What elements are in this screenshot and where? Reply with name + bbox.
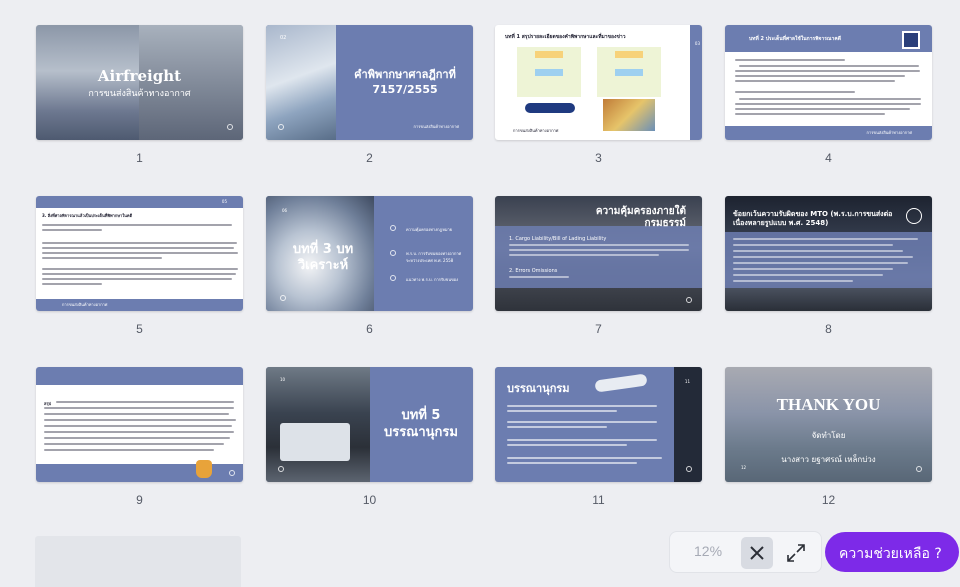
page-tag: 03 [694,41,700,46]
slide-subtitle: จัดทำโดย [811,431,846,440]
slide-number: 11 [592,493,605,507]
slide-2-thumbnail[interactable]: 02 คำพิพากษาศาลฎีกาที่ 7157/2555 การขนส่… [266,25,473,140]
slide-9-thumbnail[interactable]: สรุป [36,367,243,482]
slide-2[interactable]: 02 คำพิพากษาศาลฎีกาที่ 7157/2555 การขนส่… [266,25,473,165]
slide-5-thumbnail[interactable]: 05 3. สิ่งที่ศาลพิจารณาแล้วเป็นประเด็นที… [36,196,243,311]
slide-title: บทที่ 3 บทวิเคราะห์ [292,242,354,273]
page-tag: 05 [221,199,227,204]
slide-number: 8 [825,322,832,336]
fullscreen-button[interactable] [780,537,812,569]
slide-title: ข้อยกเว้นความรับผิดของ MTO (พ.ร.บ.การขนส… [733,210,893,227]
slide-subtitle: การขนส่งสินค้าทางอากาศ [88,89,191,99]
summary-lead: สรุป [44,401,52,406]
slide-footer: การขนส่งสินค้าทางอากาศ [866,130,912,135]
slide-9[interactable]: สรุป 9 [36,367,243,507]
close-icon [750,546,764,560]
slide-title: ความคุ้มครองภายใต้ กรมธรรม์ [595,206,686,229]
slide-number: 9 [136,493,143,507]
slide-6-thumbnail[interactable]: 06 บทที่ 3 บทวิเคราะห์ ความคุ้มครองทางกฎ… [266,196,473,311]
slide-7[interactable]: ความคุ้มครองภายใต้ กรมธรรม์ 1. Cargo Lia… [495,196,702,336]
slide-6[interactable]: 06 บทที่ 3 บทวิเคราะห์ ความคุ้มครองทางกฎ… [266,196,473,336]
slide-1-thumbnail[interactable]: Airfreight การขนส่งสินค้าทางอากาศ [36,25,243,140]
help-button[interactable]: ความช่วยเหลือ ? [825,532,959,572]
outline-item: แนวทาง พ.ร.บ. การรับขนของ [406,277,459,282]
slide-footer: การขนส่งสินค้าทางอากาศ [513,128,559,133]
slide-12-thumbnail[interactable]: THANK YOU จัดทำโดย นางสาว ยฐาศรณ์ เหล็กบ… [725,367,932,482]
slide-heading: บทที่ 2 ประเด็นที่ศาลใช้ในการพิจารณาคดี [749,36,841,42]
slide-number: 6 [366,322,373,336]
slide-number: 1 [136,151,143,165]
slide-10[interactable]: 10 บทที่ 5 บรรณานุกรม 10 [266,367,473,507]
slide-title: บรรณานุกรม [507,382,570,395]
outline-item: พ.ร.บ. การรับขนของทางอากาศระหว่างประเทศ … [406,251,462,263]
slide-number: 3 [595,151,602,165]
slide-title: THANK YOU [776,395,881,414]
slide-10-thumbnail[interactable]: 10 บทที่ 5 บรรณานุกรม [266,367,473,482]
slide-heading: บทที่ 1 สรุปรายละเอียดของคำพิพากษาและที่… [505,34,626,40]
slide-number: 12 [821,493,836,507]
zoom-level[interactable]: 12% [694,543,722,559]
slide-1[interactable]: Airfreight การขนส่งสินค้าทางอากาศ 1 [36,25,243,165]
policy-item: 1. Cargo Liability/Bill of Lading Liabil… [509,236,607,242]
author-name: นางสาว ยฐาศรณ์ เหล็กบ่วง [781,455,876,464]
page-tag: 12 [741,465,747,470]
slide-title: Airfreight [97,67,182,85]
slide-7-thumbnail[interactable]: ความคุ้มครองภายใต้ กรมธรรม์ 1. Cargo Lia… [495,196,702,311]
help-label: ความช่วยเหลือ ? [839,546,942,562]
outline-item: ความคุ้มครองทางกฎหมาย [406,227,453,232]
slide-number: 7 [595,322,602,336]
page-tag: 02 [280,35,287,41]
slide-heading: 3. สิ่งที่ศาลพิจารณาแล้วเป็นประเด็นที่พิ… [42,213,133,218]
slide-number: 4 [825,151,832,165]
add-slide-placeholder[interactable] [35,536,241,587]
page-tag: 10 [280,377,286,382]
slide-number: 5 [136,322,143,336]
slide-3-thumbnail[interactable]: บทที่ 1 สรุปรายละเอียดของคำพิพากษาและที่… [495,25,702,140]
slide-4-thumbnail[interactable]: บทที่ 2 ประเด็นที่ศาลใช้ในการพิจารณาคดี … [725,25,932,140]
slide-4[interactable]: บทที่ 2 ประเด็นที่ศาลใช้ในการพิจารณาคดี … [725,25,932,165]
slide-title: บทที่ 5 บรรณานุกรม [384,408,458,440]
policy-item: 2. Errors Omissions [509,268,558,274]
slide-footer: การขนส่งสินค้าทางอากาศ [62,302,108,307]
slide-number: 10 [362,493,377,507]
slide-11-thumbnail[interactable]: บรรณานุกรม 11 [495,367,702,482]
slide-12[interactable]: THANK YOU จัดทำโดย นางสาว ยฐาศรณ์ เหล็กบ… [725,367,932,507]
slide-footer: การขนส่งสินค้าทางอากาศ [413,124,459,129]
expand-icon [787,544,805,562]
view-controls: 12% [669,531,822,573]
slide-8-thumbnail[interactable]: ข้อยกเว้นความรับผิดของ MTO (พ.ร.บ.การขนส… [725,196,932,311]
slide-11[interactable]: บรรณานุกรม 11 11 [495,367,702,507]
slide-8[interactable]: ข้อยกเว้นความรับผิดของ MTO (พ.ร.บ.การขนส… [725,196,932,336]
slide-3[interactable]: บทที่ 1 สรุปรายละเอียดของคำพิพากษาและที่… [495,25,702,165]
page-tag: 11 [684,379,690,384]
page-tag: 06 [282,208,288,213]
slide-title: คำพิพากษาศาลฎีกาที่ 7157/2555 [354,68,456,96]
close-grid-button[interactable] [741,537,773,569]
slide-number: 2 [366,151,373,165]
slide-5[interactable]: 05 3. สิ่งที่ศาลพิจารณาแล้วเป็นประเด็นที… [36,196,243,336]
